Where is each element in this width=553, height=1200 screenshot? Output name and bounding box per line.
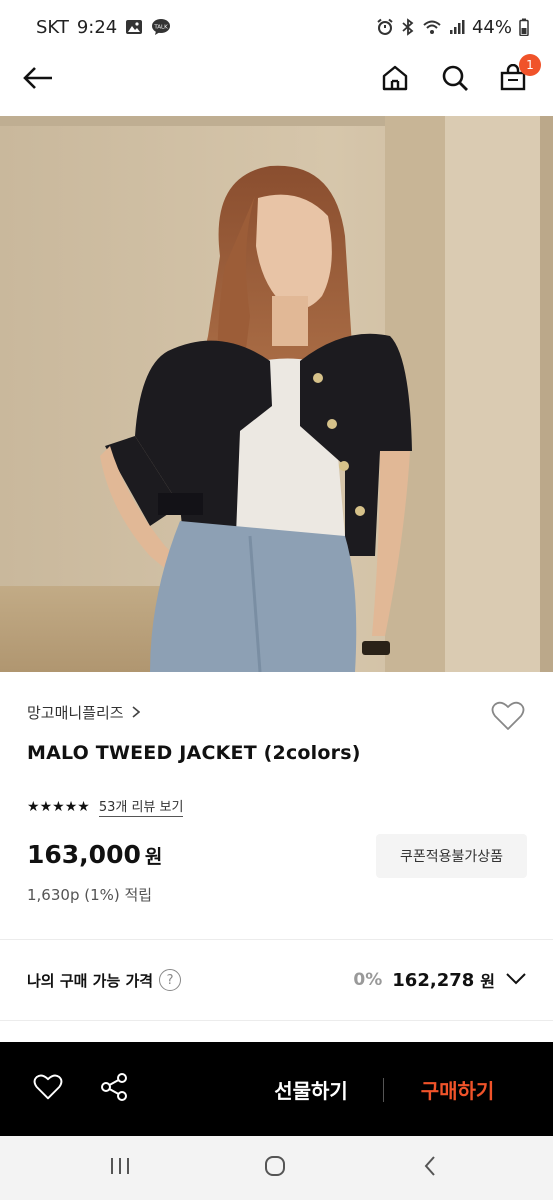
battery-label: 44%	[471, 16, 512, 38]
back-arrow-icon	[22, 66, 54, 94]
divider	[0, 939, 553, 940]
home-system-button[interactable]	[253, 1148, 297, 1188]
wifi-icon	[422, 18, 442, 36]
my-price-label: 나의 구매 가능 가격	[27, 971, 154, 990]
search-button[interactable]	[433, 58, 477, 102]
gallery-icon	[125, 18, 143, 36]
system-navigation-bar	[0, 1136, 553, 1200]
discount-rate: 0%	[353, 970, 383, 990]
product-price: 163,000	[27, 840, 141, 869]
star-icon: ★	[52, 798, 65, 815]
bluetooth-icon	[401, 18, 415, 36]
kakaotalk-icon: TALK	[151, 18, 171, 36]
share-icon	[99, 1072, 129, 1106]
top-nav: 1	[0, 54, 553, 116]
back-system-button[interactable]	[408, 1148, 452, 1188]
cart-badge: 1	[519, 54, 541, 76]
product-image[interactable]	[0, 116, 553, 672]
my-price-row[interactable]: 나의 구매 가능 가격 ? 0% 162,278 원	[27, 958, 527, 1002]
gift-button[interactable]: 선물하기	[255, 1069, 367, 1109]
price-unit: 원	[144, 846, 163, 868]
carrier-label: SKT	[36, 16, 69, 38]
my-price-value: 0% 162,278 원	[353, 968, 527, 992]
back-button[interactable]	[16, 58, 60, 102]
button-separator	[383, 1078, 384, 1102]
star-icon: ★	[27, 798, 40, 815]
star-icon: ★	[39, 798, 53, 815]
wishlist-button[interactable]	[488, 698, 528, 738]
buy-button[interactable]: 구매하기	[400, 1069, 515, 1109]
recent-apps-icon	[108, 1156, 132, 1180]
battery-icon	[519, 18, 529, 36]
product-name: MALO TWEED JACKET (2colors)	[27, 742, 361, 764]
price-row: 163,000 원	[27, 840, 162, 869]
brand-link[interactable]: 망고매니플리즈	[27, 702, 140, 723]
product-photo	[0, 116, 553, 672]
my-price-amount: 162,278	[392, 969, 475, 991]
home-button[interactable]	[373, 58, 417, 102]
chevron-down-icon[interactable]	[505, 971, 527, 990]
chevron-right-icon	[132, 704, 140, 722]
points-info: 1,630p (1%) 적립	[27, 886, 153, 904]
search-icon	[441, 64, 469, 96]
svg-text:TALK: TALK	[154, 25, 169, 31]
my-price-unit: 원	[480, 972, 495, 991]
star-icon: ★	[77, 798, 90, 815]
time-label: 9:24	[76, 16, 118, 38]
share-button[interactable]	[94, 1069, 134, 1109]
bottom-wishlist-button[interactable]	[28, 1069, 68, 1109]
divider	[0, 1020, 553, 1021]
status-bar: SKT 9:24 TALK 44%	[0, 0, 553, 54]
review-link[interactable]: 53개 리뷰 보기	[98, 796, 184, 817]
heart-outline-icon	[33, 1074, 63, 1104]
recent-apps-button[interactable]	[98, 1148, 142, 1188]
cart-button[interactable]: 1	[491, 54, 541, 102]
rating-stars: ★ ★ ★ ★ ★	[27, 798, 90, 815]
chevron-left-icon	[422, 1154, 438, 1182]
coupon-status-button[interactable]: 쿠폰적용불가상품	[376, 834, 527, 878]
star-icon: ★	[64, 798, 78, 815]
signal-icon	[449, 18, 465, 36]
home-icon	[381, 64, 409, 96]
alarm-icon	[376, 18, 394, 36]
brand-name: 망고매니플리즈	[27, 704, 124, 722]
status-right: 44%	[376, 17, 529, 38]
rating-row: ★ ★ ★ ★ ★ 53개 리뷰 보기	[27, 796, 184, 817]
help-icon[interactable]: ?	[159, 969, 182, 991]
status-left: SKT 9:24 TALK	[36, 17, 171, 38]
heart-outline-icon	[491, 701, 525, 735]
home-circle-icon	[263, 1154, 287, 1182]
purchase-bar: 선물하기 구매하기	[0, 1042, 553, 1136]
